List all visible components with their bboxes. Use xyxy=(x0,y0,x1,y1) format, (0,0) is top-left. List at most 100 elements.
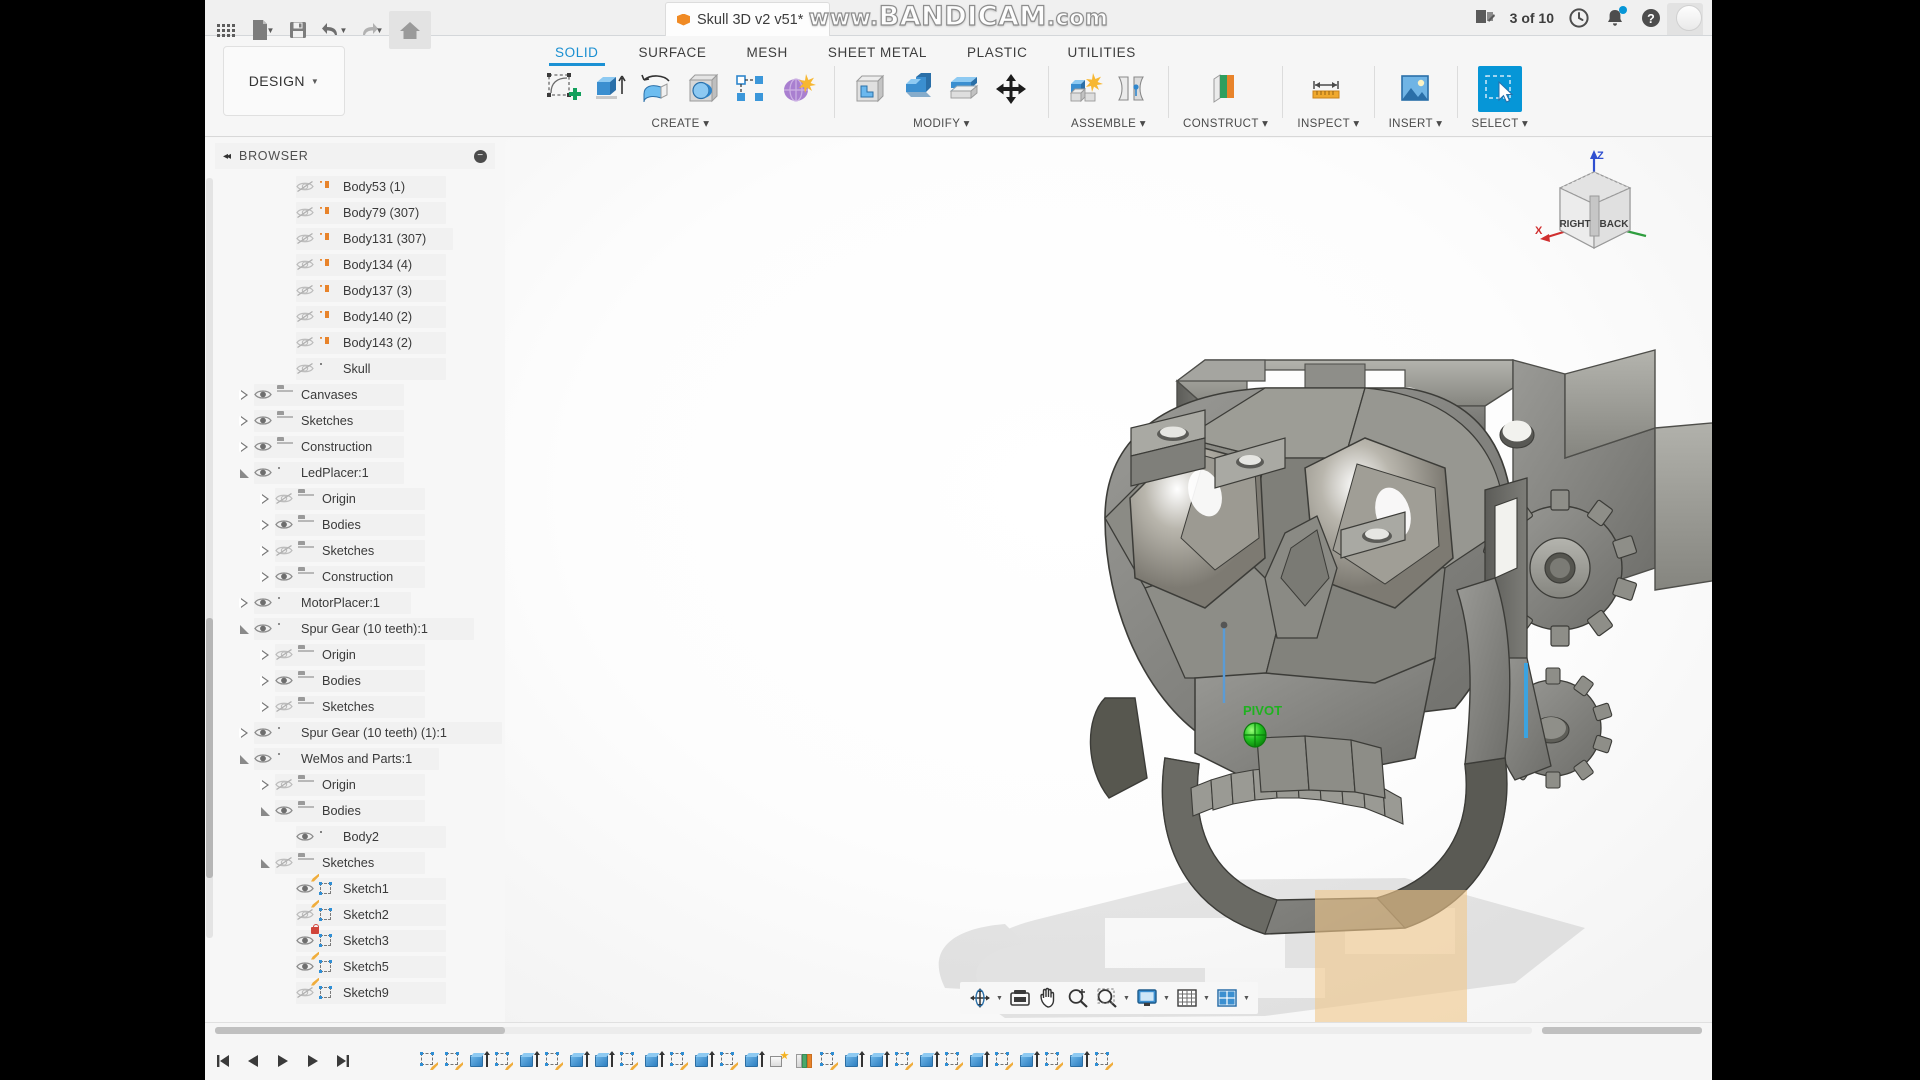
tree-item[interactable]: Sketches xyxy=(205,694,505,720)
account-avatar[interactable] xyxy=(1676,5,1702,31)
tree-item[interactable]: Body140 (2) xyxy=(205,304,505,330)
skull-model[interactable]: PIVOT xyxy=(505,138,1712,1022)
tree-item[interactable]: Spur Gear (10 teeth) (1):1 xyxy=(205,720,505,746)
timeline-sketch-icon[interactable] xyxy=(419,1051,439,1071)
chevron-down-icon[interactable]: ▼ xyxy=(1242,995,1252,1002)
visibility-toggle-icon[interactable] xyxy=(254,440,272,454)
select-window-icon[interactable] xyxy=(1477,66,1522,112)
visibility-toggle-icon[interactable] xyxy=(296,284,314,298)
pattern-icon[interactable] xyxy=(729,66,773,112)
expand-arrow-closed-icon[interactable] xyxy=(259,648,273,662)
chevron-down-icon[interactable]: ▼ xyxy=(1202,995,1212,1002)
tree-item[interactable]: Construction xyxy=(205,564,505,590)
tree-item[interactable]: Bodies xyxy=(205,668,505,694)
timeline-extrude-icon[interactable] xyxy=(744,1051,765,1071)
tree-item[interactable]: Sketch3 xyxy=(205,923,505,954)
move-copy-icon[interactable] xyxy=(990,66,1034,112)
expand-arrow-closed-icon[interactable] xyxy=(259,778,273,792)
expand-arrow-open-icon[interactable] xyxy=(259,804,273,818)
chevron-down-icon[interactable]: ▼ xyxy=(1162,995,1172,1002)
timeline-sketch-icon[interactable] xyxy=(619,1051,639,1071)
redo-icon[interactable]: ▼ xyxy=(353,11,387,49)
job-status-icon[interactable] xyxy=(1474,7,1496,29)
joint-icon[interactable] xyxy=(1110,66,1154,112)
tab-mesh[interactable]: MESH xyxy=(726,42,807,66)
visibility-toggle-icon[interactable] xyxy=(296,180,314,194)
expand-arrow-closed-icon[interactable] xyxy=(238,388,252,402)
tree-item[interactable]: Body143 (2) xyxy=(205,330,505,356)
visibility-toggle-icon[interactable] xyxy=(275,778,293,792)
timeline-sketch-icon[interactable] xyxy=(819,1051,839,1071)
form-create-icon[interactable] xyxy=(776,66,820,112)
timeline-component-icon[interactable] xyxy=(769,1051,789,1071)
grid-snaps-icon[interactable] xyxy=(1173,984,1201,1012)
timeline-sketch-icon[interactable] xyxy=(1044,1051,1064,1071)
chevron-down-icon[interactable]: ▼ xyxy=(340,26,348,35)
expand-arrow-open-icon[interactable] xyxy=(238,752,252,766)
timeline-extrude-icon[interactable] xyxy=(694,1051,715,1071)
timeline-extrude-icon[interactable] xyxy=(519,1051,540,1071)
press-pull-icon[interactable] xyxy=(849,66,893,112)
timeline-extrude-icon[interactable] xyxy=(1019,1051,1040,1071)
visibility-toggle-icon[interactable] xyxy=(296,882,314,896)
tab-utilities[interactable]: UTILITIES xyxy=(1047,42,1155,66)
tree-item[interactable]: Origin xyxy=(205,486,505,512)
panel-label-create[interactable]: CREATE ▾ xyxy=(652,116,710,130)
workspace-selector[interactable]: DESIGN ▼ xyxy=(223,46,345,116)
tab-surface[interactable]: SURFACE xyxy=(619,42,727,66)
tree-item[interactable]: Skull xyxy=(205,356,505,382)
expand-arrow-closed-icon[interactable] xyxy=(259,544,273,558)
zoom-icon[interactable] xyxy=(1064,984,1092,1012)
fillet-icon[interactable] xyxy=(896,66,940,112)
visibility-toggle-icon[interactable] xyxy=(254,622,272,636)
visibility-toggle-icon[interactable] xyxy=(254,388,272,402)
timeline-extrude-icon[interactable] xyxy=(644,1051,665,1071)
timeline-extrude-icon[interactable] xyxy=(594,1051,615,1071)
tree-item[interactable]: Origin xyxy=(205,772,505,798)
tree-item[interactable]: Bodies xyxy=(205,798,505,824)
tree-item[interactable]: Sketches xyxy=(205,408,505,434)
step-forward-icon[interactable] xyxy=(305,1053,321,1069)
chevron-down-icon[interactable]: ▼ xyxy=(376,26,384,35)
canvas-hscrollbar[interactable] xyxy=(215,1027,1532,1034)
timeline-plane-icon[interactable] xyxy=(794,1051,814,1071)
go-to-end-icon[interactable] xyxy=(335,1053,351,1069)
notifications-icon[interactable] xyxy=(1604,6,1627,29)
sphere-primitive-icon[interactable] xyxy=(682,66,726,112)
panel-label-select[interactable]: SELECT ▾ xyxy=(1472,116,1529,130)
expand-arrow-closed-icon[interactable] xyxy=(259,518,273,532)
tree-item[interactable]: WeMos and Parts:1 xyxy=(205,746,505,772)
tree-item[interactable]: Origin xyxy=(205,642,505,668)
tree-item[interactable]: Sketch2 xyxy=(205,899,505,928)
display-settings-icon[interactable] xyxy=(1133,984,1161,1012)
view-cube[interactable]: Z X RIGHT BACK xyxy=(1534,146,1654,266)
panel-label-modify[interactable]: MODIFY ▾ xyxy=(913,116,970,130)
visibility-toggle-icon[interactable] xyxy=(296,310,314,324)
tree-item[interactable]: Sketches xyxy=(205,538,505,564)
go-to-beginning-icon[interactable] xyxy=(215,1053,231,1069)
timeline-sketch-icon[interactable] xyxy=(944,1051,964,1071)
timeline-extrude-icon[interactable] xyxy=(869,1051,890,1071)
zoom-window-icon[interactable] xyxy=(1093,984,1121,1012)
visibility-toggle-icon[interactable] xyxy=(296,336,314,350)
shell-icon[interactable] xyxy=(943,66,987,112)
panel-label-assemble[interactable]: ASSEMBLE ▾ xyxy=(1071,116,1146,130)
tree-item[interactable]: Bodies xyxy=(205,512,505,538)
tab-sheet-metal[interactable]: SHEET METAL xyxy=(808,42,947,66)
chevron-down-icon[interactable]: ▼ xyxy=(1122,995,1132,1002)
tree-item[interactable]: Body134 (4) xyxy=(205,252,505,278)
undo-icon[interactable]: ▼ xyxy=(317,11,351,49)
timeline-sketch-icon[interactable] xyxy=(544,1051,564,1071)
create-sketch-icon[interactable] xyxy=(541,66,585,112)
expand-arrow-open-icon[interactable] xyxy=(238,466,252,480)
tree-item[interactable]: MotorPlacer:1 xyxy=(205,590,505,616)
visibility-toggle-icon[interactable] xyxy=(296,206,314,220)
visibility-toggle-icon[interactable] xyxy=(296,934,314,948)
orbit-icon[interactable] xyxy=(966,984,994,1012)
expand-arrow-closed-icon[interactable] xyxy=(259,674,273,688)
save-icon[interactable] xyxy=(281,11,315,49)
visibility-toggle-icon[interactable] xyxy=(254,596,272,610)
tree-item[interactable]: Body79 (307) xyxy=(205,200,505,226)
timeline-sketch-icon[interactable] xyxy=(719,1051,739,1071)
timeline-extrude-icon[interactable] xyxy=(569,1051,590,1071)
